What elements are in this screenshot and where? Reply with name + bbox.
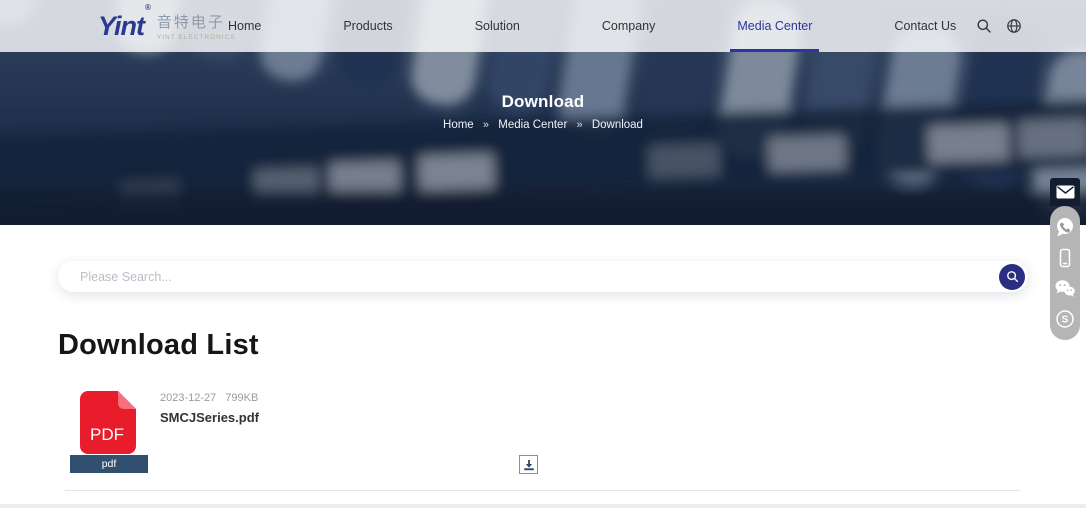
registered-mark: ® [145,3,150,12]
email-icon[interactable] [1050,178,1080,206]
logo-wordmark: Yint® [98,13,149,40]
page-heading: Download List [58,329,259,362]
floating-contact-pill: S [1050,206,1080,340]
file-type-badge: pdf [70,455,148,473]
next-section-edge [0,504,1086,508]
search-bar [58,261,1028,292]
phone-icon[interactable] [1052,214,1078,240]
top-navbar: Yint® 音特电子 YINT ELECTRONICS Home Product… [0,0,1086,52]
list-divider [65,490,1020,491]
svg-text:S: S [1062,314,1069,325]
nav-item-solution[interactable]: Solution [475,0,520,52]
breadcrumb-media-center[interactable]: Media Center [498,119,567,131]
download-list-item[interactable]: PDF pdf 2023-12-27 799KB SMCJSeries.pdf [0,386,1086,476]
page-title: Download [0,92,1086,112]
breadcrumb-download: Download [592,119,643,131]
breadcrumb-separator: » [483,119,489,131]
wechat-icon[interactable] [1052,275,1078,301]
floating-contact-rail: S [1050,178,1080,340]
brand-logo[interactable]: Yint® 音特电子 YINT ELECTRONICS [98,11,236,41]
logo-names: 音特电子 YINT ELECTRONICS [157,11,236,41]
download-button[interactable] [519,455,538,474]
download-icon [523,459,535,471]
search-icon[interactable] [976,18,992,34]
nav-item-contact-us[interactable]: Contact Us [894,0,956,52]
mobile-icon[interactable] [1052,245,1078,271]
breadcrumb-home[interactable]: Home [443,119,474,131]
skype-icon[interactable]: S [1052,306,1078,332]
logo-english-name: YINT ELECTRONICS [157,34,236,41]
nav-menu: Home Products Solution Company Media Cen… [228,0,956,52]
file-size: 799KB [225,392,258,404]
nav-item-company[interactable]: Company [602,0,656,52]
file-meta: 2023-12-27 799KB [160,392,258,404]
file-date: 2023-12-27 [160,392,216,404]
nav-item-products[interactable]: Products [343,0,392,52]
pdf-file-icon: PDF [80,391,136,454]
file-name[interactable]: SMCJSeries.pdf [160,410,259,425]
nav-icons [976,0,1022,52]
globe-icon[interactable] [1006,18,1022,34]
nav-item-home[interactable]: Home [228,0,261,52]
search-input[interactable] [58,270,999,284]
pdf-icon-label: PDF [90,425,124,444]
search-submit-button[interactable] [999,264,1025,290]
search-icon [1006,270,1019,283]
breadcrumb-separator: » [576,119,582,131]
breadcrumb: Home » Media Center » Download [0,119,1086,131]
logo-chinese-name: 音特电子 [157,11,236,32]
nav-item-media-center[interactable]: Media Center [737,0,812,52]
